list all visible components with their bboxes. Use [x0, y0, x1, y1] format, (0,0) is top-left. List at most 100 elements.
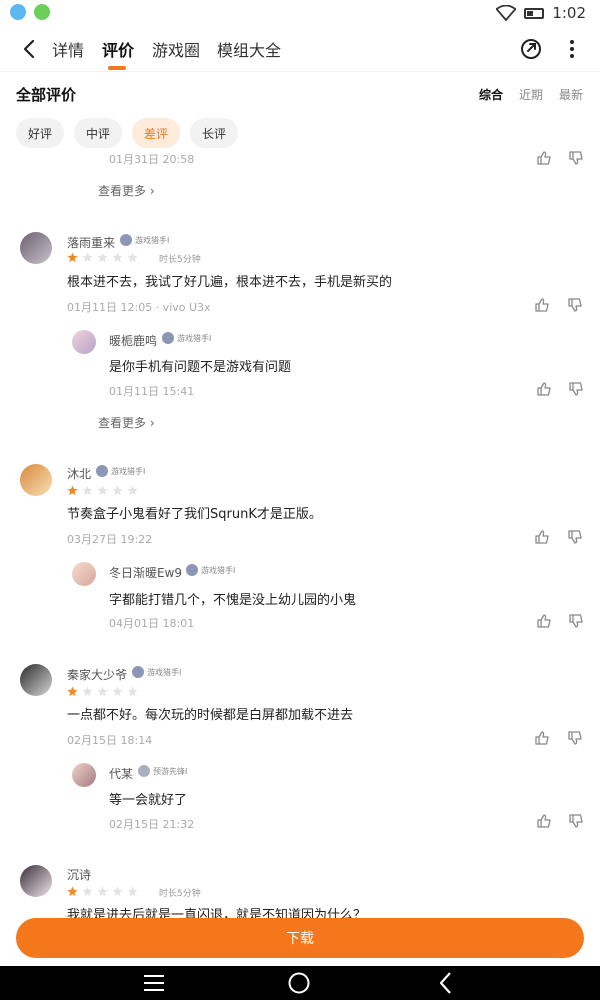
reply-username[interactable]: 代某 [109, 765, 133, 782]
star-empty-icon [127, 686, 138, 697]
username[interactable]: 沉诗 [67, 866, 91, 883]
system-nav-bar [0, 966, 600, 1000]
sort-recent[interactable]: 近期 [519, 86, 543, 103]
filter-negative[interactable]: 差评 [132, 118, 181, 148]
like-icon[interactable] [534, 730, 550, 746]
badge-icon [186, 564, 198, 576]
review-text[interactable]: 一点都不好。每次玩的时候都是白屏都加载不进去 [67, 704, 353, 723]
star-empty-icon [82, 886, 93, 897]
avatar[interactable] [20, 865, 52, 897]
star-empty-icon [97, 686, 108, 697]
like-icon[interactable] [536, 613, 552, 629]
filter-neutral[interactable]: 中评 [74, 118, 123, 148]
tab-details[interactable]: 详情 [52, 37, 84, 61]
back-triangle-icon[interactable] [436, 971, 456, 995]
tab-mods[interactable]: 模组大全 [217, 37, 281, 61]
share-icon[interactable] [518, 36, 544, 62]
like-icon[interactable] [534, 297, 550, 313]
review-text[interactable]: 节奏盒子小鬼看好了我们SqrunK才是正版。 [67, 503, 322, 522]
like-icon[interactable] [536, 381, 552, 397]
dislike-icon[interactable] [568, 150, 584, 166]
username[interactable]: 落雨重来 [67, 234, 115, 251]
user-badge: 游戏猎手I [132, 666, 181, 678]
reply-timestamp: 04月01日 18:01 [109, 617, 195, 630]
star-empty-icon [97, 886, 108, 897]
avatar[interactable] [72, 763, 96, 787]
star-filled-icon [67, 886, 78, 897]
sort-overall[interactable]: 综合 [479, 86, 503, 103]
user-badge: 预游先锋I [138, 765, 187, 777]
reply-username[interactable]: 暖栀鹿鸣 [109, 332, 157, 349]
star-empty-icon [97, 485, 108, 496]
star-filled-icon [67, 252, 78, 263]
star-filled-icon [67, 686, 78, 697]
dislike-icon[interactable] [568, 381, 584, 397]
more-vertical-icon[interactable] [562, 36, 582, 62]
avatar[interactable] [72, 330, 96, 354]
status-bar: 1:02 [0, 0, 600, 26]
reply-timestamp: 02月15日 21:32 [109, 818, 195, 831]
tab-reviews[interactable]: 评价 [102, 37, 134, 61]
user-badge: 游戏猎手I [186, 564, 235, 576]
star-empty-icon [112, 252, 123, 263]
reply-text[interactable]: 是你手机有问题不是游戏有问题 [109, 356, 291, 375]
review-text[interactable]: 根本进不去，我试了好几遍，根本进不去，手机是新买的 [67, 271, 392, 290]
dislike-icon[interactable] [567, 730, 583, 746]
reply-text[interactable]: 等一会就好了 [109, 789, 187, 808]
star-filled-icon [67, 485, 78, 496]
star-empty-icon [82, 485, 93, 496]
like-icon[interactable] [534, 529, 550, 545]
notification-app-icon [10, 4, 26, 20]
section-title: 全部评价 [16, 86, 77, 104]
home-circle-icon[interactable] [287, 971, 311, 995]
dislike-icon[interactable] [568, 613, 584, 629]
star-empty-icon [112, 886, 123, 897]
badge-icon [120, 234, 132, 246]
menu-icon[interactable] [143, 971, 165, 995]
username[interactable]: 秦家大少爷 [67, 666, 127, 683]
avatar[interactable] [72, 562, 96, 586]
reply-username[interactable]: 冬日渐暖Ew9 [109, 564, 182, 581]
badge-icon [132, 666, 144, 678]
dislike-icon[interactable] [567, 297, 583, 313]
avatar[interactable] [20, 232, 52, 264]
like-icon[interactable] [536, 150, 552, 166]
avatar[interactable] [20, 664, 52, 696]
see-more-link[interactable]: 查看更多 › [98, 414, 155, 431]
star-empty-icon [112, 686, 123, 697]
like-icon[interactable] [536, 813, 552, 829]
star-empty-icon [112, 485, 123, 496]
user-badge: 游戏猎手I [96, 465, 145, 477]
star-empty-icon [82, 252, 93, 263]
rating-filters: 好评 中评 差评 长评 [16, 118, 239, 148]
username[interactable]: 沐北 [67, 465, 91, 482]
rating-stars [67, 886, 138, 897]
back-arrow-icon[interactable] [14, 34, 44, 64]
star-empty-icon [127, 485, 138, 496]
badge-icon [162, 332, 174, 344]
rating-stars [67, 252, 138, 263]
dislike-icon[interactable] [567, 529, 583, 545]
notification-app-icon [34, 4, 50, 20]
reply-timestamp: 01月31日 20:58 [109, 153, 195, 166]
review-meta: 01月11日 12:05 · vivo U3x [67, 301, 211, 314]
filter-positive[interactable]: 好评 [16, 118, 65, 148]
download-button[interactable]: 下载 [16, 918, 584, 958]
status-time: 1:02 [552, 4, 586, 22]
review-list[interactable]: 01月31日 20:58 查看更多 › 落雨重来 游戏猎手I 时长5分钟 根本进… [0, 148, 600, 918]
user-badge: 游戏猎手I [162, 332, 211, 344]
tab-game-circle[interactable]: 游戏圈 [152, 37, 200, 61]
rating-stars [67, 485, 138, 496]
avatar[interactable] [20, 464, 52, 496]
dislike-icon[interactable] [568, 813, 584, 829]
badge-icon [138, 765, 150, 777]
review-text[interactable]: 我就是进去后就是一直闪退，就是不知道因为什么？ [67, 904, 366, 918]
top-nav: 详情 评价 游戏圈 模组大全 [0, 26, 600, 72]
see-more-link[interactable]: 查看更多 › [98, 182, 155, 199]
active-tab-indicator [108, 66, 126, 70]
sort-latest[interactable]: 最新 [559, 86, 583, 103]
reply-text[interactable]: 字都能打错几个，不愧是没上幼儿园的小鬼 [109, 589, 356, 608]
star-empty-icon [127, 886, 138, 897]
filter-long[interactable]: 长评 [190, 118, 239, 148]
review-meta: 03月27日 19:22 [67, 533, 153, 546]
